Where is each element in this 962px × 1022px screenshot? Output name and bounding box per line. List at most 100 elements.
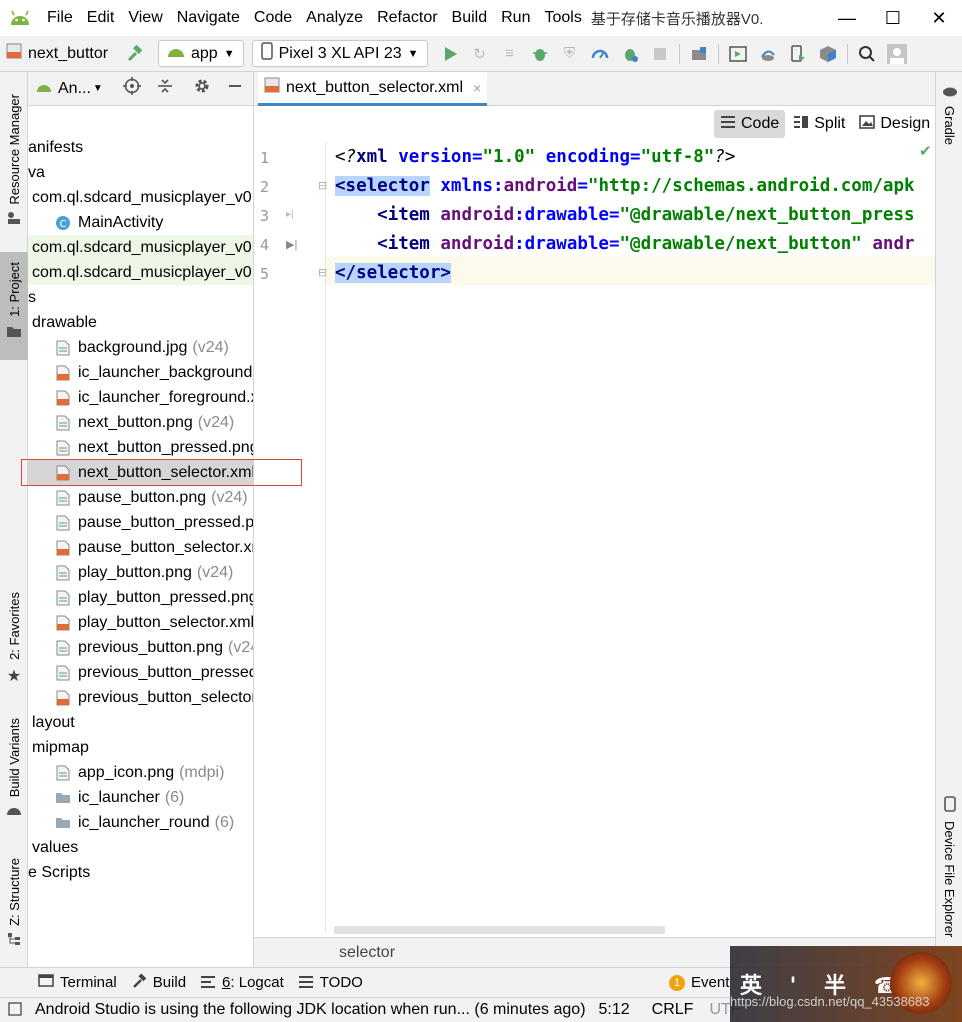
apply-code-changes-icon[interactable]: ≡	[498, 42, 522, 66]
menu-run[interactable]: Run	[494, 9, 537, 27]
tree-item[interactable]: C MainActivity	[28, 210, 253, 235]
tool-tab-structure[interactable]: Z: Structure	[0, 858, 28, 958]
split-mode-button[interactable]: Split	[787, 110, 851, 138]
menu-code[interactable]: Code	[247, 9, 299, 27]
tree-item[interactable]: ic_launcher_round (6)	[28, 810, 253, 835]
profile-icon[interactable]	[588, 42, 612, 66]
hide-panel-icon[interactable]	[227, 78, 243, 99]
stop-icon[interactable]	[648, 42, 672, 66]
menu-tools[interactable]: Tools	[537, 9, 588, 27]
search-icon[interactable]	[855, 42, 879, 66]
tab-next-button-selector[interactable]: next_button_selector.xml ×	[258, 72, 488, 106]
tree-item[interactable]: layout	[28, 710, 253, 735]
status-message[interactable]: Android Studio is using the following JD…	[35, 1001, 586, 1019]
panel-toggle-icon[interactable]	[8, 1002, 22, 1021]
menu-refactor[interactable]: Refactor	[370, 9, 444, 27]
chevron-down-icon[interactable]: ▼	[93, 83, 103, 94]
fold-marker-icon[interactable]: ⊟	[318, 179, 327, 192]
menu-analyze[interactable]: Analyze	[299, 9, 370, 27]
tree-item[interactable]: background.jpg (v24)	[28, 335, 253, 360]
layout-inspector-icon[interactable]	[726, 42, 750, 66]
menu-edit[interactable]: Edit	[80, 9, 122, 27]
tree-item[interactable]: values	[28, 835, 253, 860]
tool-tab-project[interactable]: 1: Project	[0, 252, 28, 360]
tree-item[interactable]: com.ql.sdcard_musicplayer_v0	[28, 185, 253, 210]
line-separator[interactable]: CRLF	[652, 1001, 694, 1019]
logcat-tool-button[interactable]: 6: Logcat	[200, 974, 284, 992]
tree-item[interactable]: pause_button_pressed.png	[28, 510, 253, 535]
tree-item[interactable]: next_button_selector.xml	[28, 460, 253, 485]
sync-gradle-icon[interactable]	[756, 42, 780, 66]
tool-tab-build-variants[interactable]: Build Variants	[0, 718, 28, 828]
todo-tool-button[interactable]: TODO	[298, 974, 363, 992]
tree-item[interactable]: previous_button_selector.x	[28, 685, 253, 710]
tool-tab-resource-manager[interactable]: Resource Manager	[0, 94, 28, 242]
tree-item[interactable]: anifests	[28, 135, 253, 160]
tree-item[interactable]: s	[28, 285, 253, 310]
run-icon[interactable]	[438, 42, 462, 66]
menu-navigate[interactable]: Navigate	[170, 9, 247, 27]
close-tab-icon[interactable]: ×	[473, 80, 481, 96]
tree-item[interactable]: next_button_pressed.png(v	[28, 435, 253, 460]
maximize-button[interactable]: ☐	[870, 0, 916, 36]
tool-tab-gradle[interactable]: Gradle	[936, 84, 962, 154]
code-line-5[interactable]: </selector>	[335, 258, 451, 287]
navigation-breadcrumb[interactable]: next_buttor	[0, 43, 120, 64]
project-structure-icon[interactable]	[687, 42, 711, 66]
design-mode-button[interactable]: Design	[853, 110, 936, 138]
tree-item[interactable]: next_button.png (v24)	[28, 410, 253, 435]
menu-file[interactable]: File	[40, 9, 80, 27]
tree-item[interactable]: com.ql.sdcard_musicplayer_v0	[28, 260, 253, 285]
tree-item[interactable]: pause_button_selector.xml	[28, 535, 253, 560]
tool-tab-favorites[interactable]: 2: Favorites ★	[0, 592, 28, 688]
tree-item[interactable]: app_icon.png (mdpi)	[28, 760, 253, 785]
menu-view[interactable]: View	[121, 9, 169, 27]
sdk-manager-icon[interactable]	[816, 42, 840, 66]
tool-tab-device-file-explorer[interactable]: Device File Explorer	[936, 796, 962, 966]
tree-item[interactable]: pause_button.png (v24)	[28, 485, 253, 510]
inspection-ok-check-icon[interactable]: ✔	[919, 142, 932, 160]
make-project-hammer-icon[interactable]	[123, 42, 147, 66]
locate-file-icon[interactable]	[122, 77, 141, 100]
code-line-1[interactable]: <? xml version = "1.0" encoding = "utf-8" ?>	[335, 142, 735, 171]
tree-item[interactable]: play_button.png (v24)	[28, 560, 253, 585]
minimize-button[interactable]: —	[824, 0, 870, 36]
event-log-tool-button[interactable]: 1 Event	[669, 974, 729, 991]
tree-item[interactable]: mipmap	[28, 735, 253, 760]
caret-position[interactable]: 5:12	[599, 1001, 630, 1019]
build-tool-button[interactable]: Build	[131, 972, 186, 993]
tree-item[interactable]: ic_launcher_foreground.xml	[28, 385, 253, 410]
close-window-button[interactable]: ✕	[916, 0, 962, 36]
code-line-4[interactable]: <item android:drawable = "@drawable/next_b…	[335, 229, 914, 258]
breadcrumb-selector[interactable]: selector	[339, 944, 395, 962]
tree-item-label: play_button_selector.xml	[78, 613, 254, 631]
fold-marker-icon[interactable]: ⊟	[318, 266, 327, 279]
menu-build[interactable]: Build	[445, 9, 495, 27]
gear-icon[interactable]	[193, 77, 211, 100]
device-select[interactable]: Pixel 3 XL API 23 ▼	[251, 40, 428, 67]
tree-item[interactable]: va	[28, 160, 253, 185]
tree-item[interactable]: play_button_pressed.png(v	[28, 585, 253, 610]
collapse-all-icon[interactable]	[157, 78, 173, 99]
attach-debugger-icon[interactable]	[618, 42, 642, 66]
run-config-select[interactable]: app ▼	[158, 40, 244, 67]
code-line-3[interactable]: <item android:drawable = "@drawable/next_b…	[335, 200, 914, 229]
tree-item[interactable]: ic_launcher (6)	[28, 785, 253, 810]
tree-item[interactable]: drawable	[28, 310, 253, 335]
project-view-selector[interactable]: An...	[58, 80, 91, 98]
code-line-2[interactable]: <selector xmlns: android = "http://schemas.…	[335, 171, 915, 200]
apply-changes-icon[interactable]: ↻	[468, 42, 492, 66]
terminal-tool-button[interactable]: Terminal	[38, 974, 117, 991]
code-mode-button[interactable]: Code	[714, 110, 786, 138]
tree-item[interactable]: ic_launcher_background.xml	[28, 360, 253, 385]
avd-manager-icon[interactable]	[786, 42, 810, 66]
tree-item[interactable]: e Scripts	[28, 860, 253, 885]
horizontal-scrollbar[interactable]	[334, 926, 665, 934]
coverage-icon[interactable]: ⛨	[558, 42, 582, 66]
tree-item[interactable]: previous_button.png (v24)	[28, 635, 253, 660]
tree-item[interactable]: play_button_selector.xml	[28, 610, 254, 635]
debug-icon[interactable]	[528, 42, 552, 66]
tree-item[interactable]: previous_button_pressed.p	[28, 660, 253, 685]
account-avatar-icon[interactable]	[885, 42, 909, 66]
tree-item[interactable]: com.ql.sdcard_musicplayer_v0	[28, 235, 253, 260]
